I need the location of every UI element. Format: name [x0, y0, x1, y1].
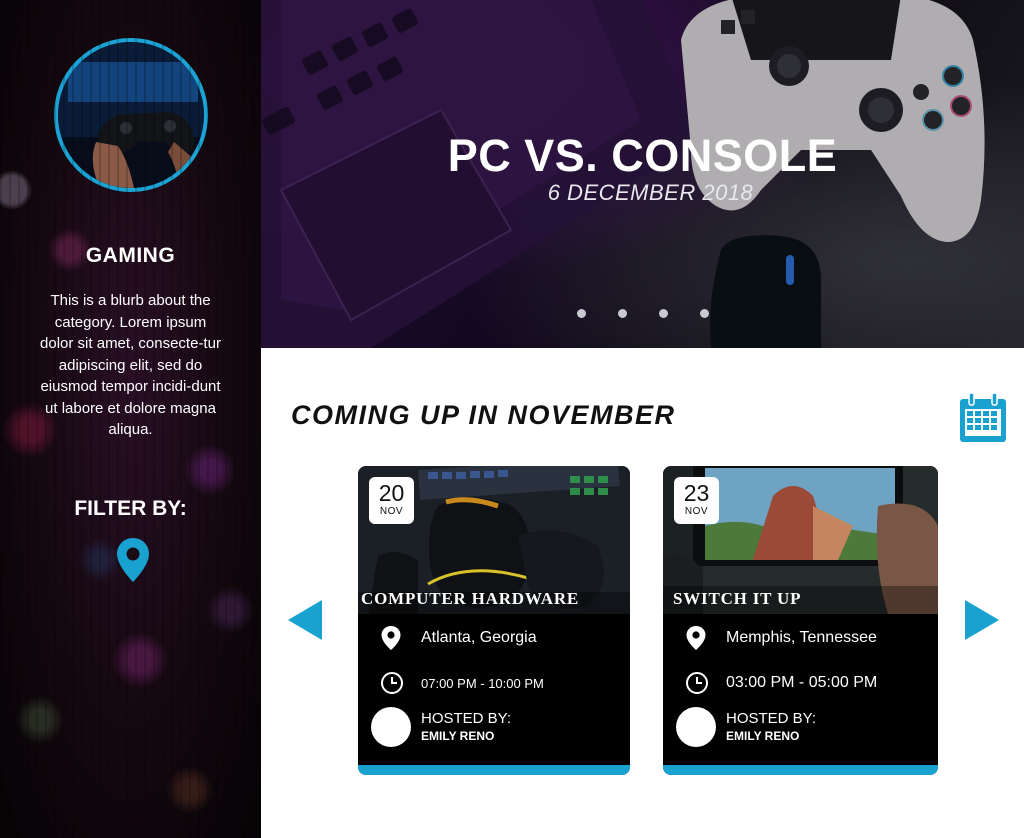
event-time-text: 07:00 PM - 10:00 PM: [421, 675, 544, 691]
clock-icon: [686, 672, 708, 694]
host-name[interactable]: EMILY RENO: [421, 728, 511, 744]
carousel-dots: [577, 309, 709, 318]
date-badge: 20 NOV: [369, 477, 414, 524]
card-accent-bar: [663, 765, 938, 775]
hero-date: 6 DECEMBER 2018: [547, 180, 754, 205]
event-time: 07:00 PM - 10:00 PM: [380, 671, 544, 695]
carousel-dot-1[interactable]: [577, 309, 586, 318]
clock-icon: [381, 672, 403, 694]
event-time: 03:00 PM - 05:00 PM: [685, 671, 877, 695]
sidebar: GAMING This is a blurb about the categor…: [0, 0, 261, 838]
event-location: Atlanta, Georgia: [380, 625, 537, 651]
event-card[interactable]: 23 NOV SWITCH IT UP Memphis, Tennessee 0…: [663, 466, 938, 775]
hosted-by-label: HOSTED BY:: [726, 710, 817, 727]
carousel-dot-2[interactable]: [618, 309, 627, 318]
event-title: SWITCH IT UP: [673, 589, 802, 608]
event-card[interactable]: 20 NOV COMPUTER HARDWARE Atlanta, Georgi…: [358, 466, 630, 775]
hosted-by-label: HOSTED BY:: [421, 710, 512, 727]
calendar-icon[interactable]: [958, 392, 1008, 449]
carousel-dot-3[interactable]: [659, 309, 668, 318]
host-avatar[interactable]: [371, 707, 411, 747]
prev-arrow-icon[interactable]: [287, 599, 323, 646]
date-day: 20: [378, 480, 405, 506]
category-blurb: This is a blurb about the category. Lore…: [40, 292, 221, 438]
host-avatar[interactable]: [676, 707, 716, 747]
event-host: HOSTED BY: EMILY RENO: [371, 707, 511, 747]
location-pin-icon: [381, 626, 401, 650]
event-location: Memphis, Tennessee: [685, 625, 877, 651]
hero-title: PC VS. CONSOLE: [447, 130, 838, 181]
date-month: NOV: [684, 506, 709, 517]
gaming-controller-photo: [58, 42, 204, 188]
date-day: 23: [683, 480, 710, 506]
event-location-text: Memphis, Tennessee: [726, 629, 877, 646]
date-month: NOV: [379, 506, 404, 517]
hero-banner[interactable]: PC VS. CONSOLE 6 DECEMBER 2018: [261, 0, 1024, 348]
carousel-dot-4[interactable]: [700, 309, 709, 318]
card-accent-bar: [358, 765, 630, 775]
category-avatar: [54, 38, 208, 192]
event-location-text: Atlanta, Georgia: [421, 629, 537, 646]
event-host: HOSTED BY: EMILY RENO: [676, 707, 816, 747]
location-pin-icon[interactable]: [116, 537, 150, 588]
events-section-title: COMING UP IN NOVEMBER: [291, 400, 676, 430]
next-arrow-icon[interactable]: [964, 599, 1000, 646]
date-badge: 23 NOV: [674, 477, 719, 524]
category-title: GAMING: [85, 244, 176, 267]
event-title: COMPUTER HARDWARE: [361, 589, 580, 608]
host-name[interactable]: EMILY RENO: [726, 728, 816, 744]
event-time-text: 03:00 PM - 05:00 PM: [726, 674, 878, 691]
location-pin-icon: [686, 626, 706, 650]
filter-title: FILTER BY:: [74, 497, 187, 520]
